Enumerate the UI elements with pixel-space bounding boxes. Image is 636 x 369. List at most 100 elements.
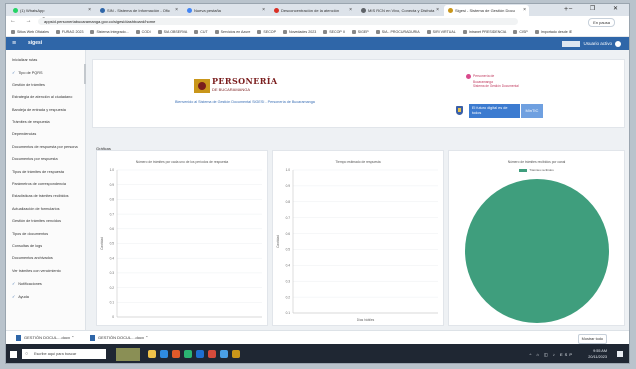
taskbar-app-icon[interactable] <box>208 350 216 358</box>
close-tab-icon[interactable]: × <box>349 5 352 16</box>
notifications-icon[interactable] <box>617 351 623 357</box>
bookmark-item[interactable]: Intranet PRESIDENCIA <box>462 30 506 35</box>
sidebar-item[interactable]: Gestión de trámites <box>12 83 45 87</box>
sidebar-item[interactable]: Inicializar rutas <box>12 58 37 62</box>
bookmark-label: SIA OBSERVA <box>163 30 188 34</box>
bookmark-item[interactable]: CODI <box>135 30 151 35</box>
clock-date: 20/11/2023 <box>588 355 607 359</box>
sidebar-item[interactable]: Trámites de respuesta <box>12 120 50 124</box>
download-item[interactable]: GESTIÓN DOCUL....docx ⌃ <box>90 334 148 342</box>
windows-start-icon[interactable] <box>10 351 17 358</box>
y-tick-label: 0.6 <box>110 227 115 231</box>
taskbar-app-icon[interactable] <box>232 350 240 358</box>
profile-button[interactable]: En pausa <box>588 18 615 27</box>
tab-bar: Sigesi - Sistema de Gestión Docu × MIS RCN… <box>6 4 629 16</box>
bookmark-item[interactable]: CISP <box>513 30 528 35</box>
close-tab-icon[interactable]: × <box>523 5 526 16</box>
bookmark-icon <box>55 30 60 35</box>
chart-card-response-time: Tiempo estimado de respuesta 1.0 0.9 0.8 0.… <box>272 150 444 326</box>
bookmark-item[interactable]: Sitios Web Oficiales <box>11 30 49 35</box>
download-item[interactable]: GESTIÓN DOCUL....docx ⌃ <box>16 334 74 342</box>
taskbar-app-icon[interactable] <box>160 350 168 358</box>
bookmark-item[interactable]: CUT <box>194 30 208 35</box>
y-tick-label: 0.7 <box>110 212 115 216</box>
downloads-bar: GESTIÓN DOCUL....docx ⌃ GESTIÓN DOCUL...… <box>6 330 629 345</box>
sidebar-item[interactable]: Bandeja de entrada y respuesta <box>12 108 66 112</box>
browser-tab[interactable]: SIN - Sistema de Información - Ofic × <box>96 5 181 16</box>
bookmark-item[interactable]: SIRI VIRTUAL <box>426 30 456 35</box>
close-tab-icon[interactable]: × <box>436 5 439 16</box>
sidebar-item[interactable]: Consultas de logs <box>12 244 42 248</box>
user-name: Usuario activo <box>583 41 612 46</box>
sidebar-item[interactable]: ✓ Notificaciones <box>12 281 42 286</box>
welcome-notice[interactable]: Bienvenido al Sistema de Gestión Documen… <box>175 100 315 104</box>
close-tab-icon[interactable]: × <box>175 5 178 16</box>
avatar <box>562 40 581 47</box>
sidebar-item-label: Ver trámites con vencimiento <box>12 268 61 273</box>
sidebar-item[interactable]: Documentos de respuesta por persona <box>12 145 78 149</box>
y-tick-label: 0.8 <box>110 198 115 202</box>
app-brand[interactable]: sigesi <box>28 39 42 48</box>
sidebar-item[interactable]: Ver trámites con vencimiento <box>12 269 61 273</box>
sidebar-item[interactable]: Actualización de formularios <box>12 207 59 211</box>
sidebar-item[interactable]: ✓ Tipo de PQRS <box>12 70 43 75</box>
bookmark-item[interactable]: Importado desde IE <box>534 30 572 35</box>
futuro-digital-button[interactable]: El futuro digital es de todos <box>469 104 520 118</box>
app-header: ≡ sigesi Usuario activo <box>6 37 629 50</box>
bookmark-label: Novedades 2023 <box>289 30 317 34</box>
taskbar-app-icon[interactable] <box>172 350 180 358</box>
bookmark-icon <box>462 30 467 35</box>
bookmark-item[interactable]: SIGEP <box>351 30 369 35</box>
sidebar-item[interactable]: Documentos por respuesta <box>12 157 58 161</box>
bookmark-item[interactable]: SECOP <box>257 30 277 35</box>
bookmark-label: SECOP <box>263 30 277 34</box>
sidebar-item[interactable]: Estadísticas de trámites recibidos <box>12 194 69 198</box>
sidebar-item[interactable]: ✓ Ayuda <box>12 294 29 299</box>
close-tab-icon[interactable]: × <box>262 5 265 16</box>
url-field[interactable]: appsid.personeriabucaramanga.gov.co/sige… <box>38 18 518 25</box>
taskbar-widget-image[interactable] <box>116 348 140 361</box>
taskbar-app-icon[interactable] <box>196 350 204 358</box>
window-controls[interactable]: – ❐ ✕ <box>569 4 626 15</box>
sidebar-item[interactable]: Gestión de trámites vencidos <box>12 219 61 223</box>
taskbar-search[interactable]: Escribe aquí para buscar <box>22 349 106 359</box>
show-all-downloads-button[interactable]: Mostrar todo <box>577 334 607 344</box>
sidebar-item-label: Estrategia de atención al ciudadano <box>12 95 73 100</box>
sidebar-item[interactable]: Estrategia de atención al ciudadano <box>12 95 72 99</box>
personeria-logo: PERSONERÍA DE BUCARAMANGA <box>194 76 280 96</box>
bookmark-item[interactable]: FURAG 2023 <box>55 30 83 35</box>
sidebar-item[interactable]: Tipos de documentos <box>12 232 48 236</box>
bookmark-item[interactable]: SECOP II <box>323 30 345 35</box>
y-tick-label: 0.9 <box>286 184 291 188</box>
sidebar-item-label: Tipo de PQRS <box>18 71 43 76</box>
chart-legend[interactable]: Trámites recibidos <box>449 168 624 172</box>
bookmark-label: SIA - PROCURADURIA <box>381 30 420 34</box>
sidebar-item[interactable]: Tipos de trámites de respuesta <box>12 170 64 174</box>
browser-tab[interactable]: (1) WhatsApp × <box>9 5 94 16</box>
browser-tab[interactable]: Desconcentración de la atención × <box>270 5 355 16</box>
bookmark-item[interactable]: Sistema Integrado... <box>90 30 129 35</box>
hamburger-menu-icon[interactable]: ≡ <box>12 39 16 48</box>
mintic-button[interactable]: MinTIC <box>521 104 543 118</box>
taskbar-app-icon[interactable] <box>184 350 192 358</box>
sidebar-item[interactable]: Parámetros de correspondencia <box>12 182 66 186</box>
browser-tab[interactable]: Sigesi - Sistema de Gestión Docu × <box>444 5 529 16</box>
bookmark-item[interactable]: Novedades 2023 <box>283 30 317 35</box>
y-axis-label: Cantidad <box>100 237 104 250</box>
welcome-banner: PERSONERÍA DE BUCARAMANGA Bienvenido al … <box>92 59 625 128</box>
bookmark-item[interactable]: Servicios en Azure <box>214 30 250 35</box>
chart-channels-svg <box>465 179 609 323</box>
sidebar-item[interactable]: Dependencias <box>12 132 36 136</box>
sidebar-item[interactable]: Documentos archivados <box>12 256 53 260</box>
bookmark-item[interactable]: SIA OBSERVA <box>157 30 188 35</box>
bookmark-item[interactable]: SIA - PROCURADURIA <box>375 30 420 35</box>
clock[interactable]: 9:55 AM 20/11/2023 <box>588 348 607 360</box>
taskbar-app-icon[interactable] <box>220 350 228 358</box>
user-menu[interactable]: Usuario activo <box>562 39 621 48</box>
browser-tab[interactable]: MIS RCN en Vivo, Conecta y Disfruta × <box>357 5 442 16</box>
system-tray-icons[interactable]: ^ ⌂ ◫ ♪ ESP <box>529 352 574 357</box>
y-tick-label: 0.3 <box>110 271 115 275</box>
browser-tab[interactable]: Nueva pestaña × <box>183 5 268 16</box>
taskbar-app-icon[interactable] <box>148 350 156 358</box>
close-tab-icon[interactable]: × <box>88 5 91 16</box>
